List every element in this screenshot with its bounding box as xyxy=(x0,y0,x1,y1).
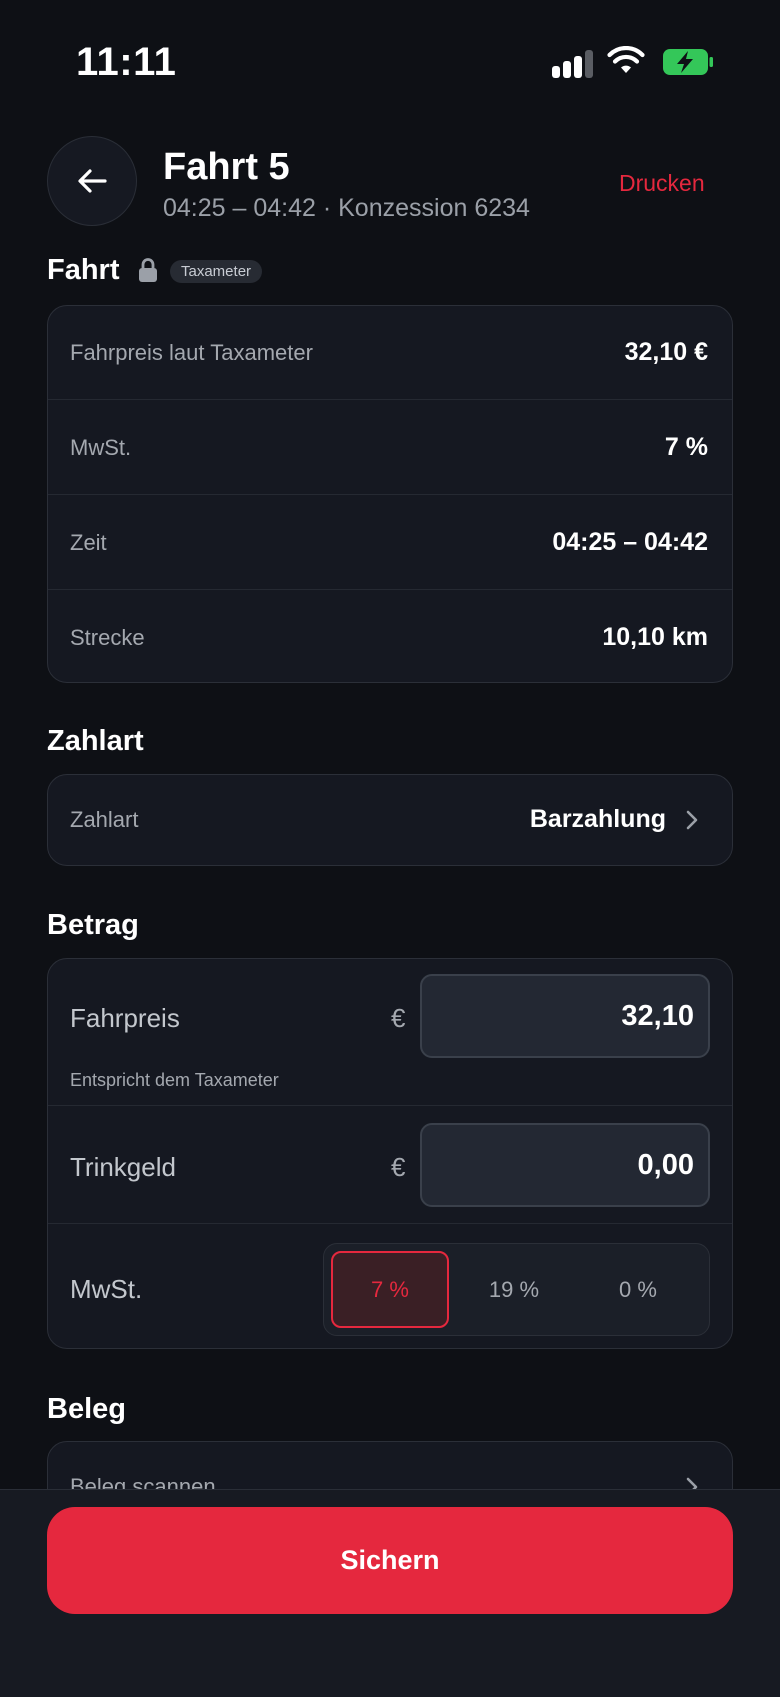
lock-icon xyxy=(139,258,157,282)
payment-method-row[interactable]: Zahlart Barzahlung xyxy=(47,774,733,866)
cellular-signal-icon xyxy=(552,50,594,78)
divider xyxy=(48,494,732,495)
vat-option-0[interactable]: 0 % xyxy=(579,1251,697,1328)
fare-hint: Entspricht dem Taxameter xyxy=(70,1070,279,1090)
divider xyxy=(48,399,732,400)
ride-details-card: Fahrpreis laut Taxameter 32,10 € MwSt. 7… xyxy=(47,305,733,683)
ride-fare-label: Fahrpreis laut Taxameter xyxy=(70,340,313,365)
fare-currency: € xyxy=(391,1003,406,1033)
wifi-icon xyxy=(607,46,645,73)
divider xyxy=(48,589,732,590)
ride-time-label: Zeit xyxy=(70,530,107,555)
ride-distance-label: Strecke xyxy=(70,625,145,650)
chevron-right-icon xyxy=(686,810,698,830)
tip-currency: € xyxy=(391,1152,406,1182)
battery-charging-icon xyxy=(663,49,713,75)
ride-fare-value: 32,10 € xyxy=(624,338,708,366)
status-time: 11:11 xyxy=(76,40,177,84)
page-title: Fahrt 5 xyxy=(163,146,290,188)
vat-label: MwSt. xyxy=(70,1274,143,1304)
vat-option-19[interactable]: 19 % xyxy=(455,1251,573,1328)
ride-time-value: 04:25 – 04:42 xyxy=(552,528,708,556)
section-title-receipt: Beleg xyxy=(47,1393,126,1425)
page-subtitle: 04:25 – 04:42 · Konzession 6234 xyxy=(163,194,530,222)
section-title-payment: Zahlart xyxy=(47,725,144,757)
section-title-ride: Fahrt xyxy=(47,254,120,286)
vat-segmented-control: 7 % 19 % 0 % xyxy=(323,1243,710,1336)
divider xyxy=(48,1223,732,1224)
payment-method-label: Zahlart xyxy=(70,807,139,832)
fare-label: Fahrpreis xyxy=(70,1003,180,1033)
print-button[interactable]: Drucken xyxy=(619,170,705,197)
back-button[interactable] xyxy=(47,136,137,226)
fare-input[interactable]: 32,10 xyxy=(420,974,710,1058)
arrow-left-icon xyxy=(78,169,107,193)
taxameter-badge: Taxameter xyxy=(170,260,263,283)
ride-distance-value: 10,10 km xyxy=(602,623,708,651)
section-title-amount: Betrag xyxy=(47,909,139,941)
ride-vat-value: 7 % xyxy=(664,433,708,461)
payment-method-value: Barzahlung xyxy=(529,805,666,833)
tip-label: Trinkgeld xyxy=(70,1152,176,1182)
ride-vat-label: MwSt. xyxy=(70,435,132,460)
tip-input[interactable]: 0,00 xyxy=(420,1123,710,1207)
amount-card: Fahrpreis € 32,10 Entspricht dem Taxamet… xyxy=(47,958,733,1349)
vat-option-7[interactable]: 7 % xyxy=(331,1251,449,1328)
save-button[interactable]: Sichern xyxy=(47,1507,733,1614)
divider xyxy=(48,1105,732,1106)
